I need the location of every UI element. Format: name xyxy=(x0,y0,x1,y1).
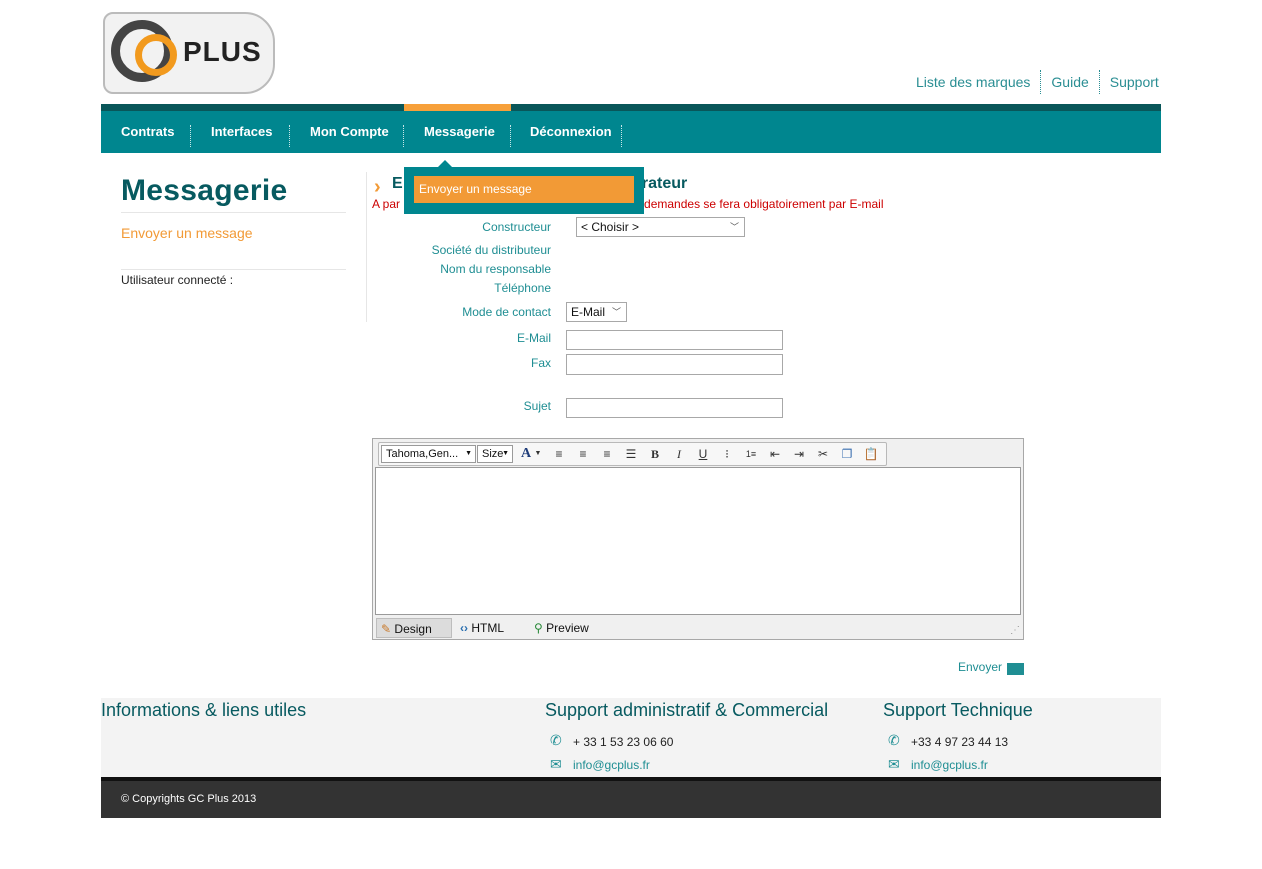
send-button[interactable]: Envoyer xyxy=(958,660,1002,674)
cut-icon[interactable]: ✂ xyxy=(813,445,833,463)
mode-tab-preview[interactable]: ⚲ Preview xyxy=(530,618,610,638)
label-societe: Société du distributeur xyxy=(431,243,551,257)
nav-item-contrats[interactable]: Contrats xyxy=(121,111,174,153)
dropdown-item-envoyer-message[interactable]: Envoyer un message xyxy=(414,176,634,203)
chevron-right-icon: › xyxy=(374,176,381,198)
nav-separator xyxy=(621,125,622,147)
footer-title-support-tech: Support Technique xyxy=(883,700,1033,720)
mode-tab-design-label: Design xyxy=(394,622,432,636)
align-center-icon[interactable]: ≡ xyxy=(573,445,593,463)
copyright-bar: © Copyrights GC Plus 2013 xyxy=(101,777,1161,818)
sidebar-link-envoyer-message[interactable]: Envoyer un message xyxy=(121,225,253,241)
email-icon: ✉ xyxy=(550,756,562,772)
mode-contact-value: E-Mail xyxy=(571,305,606,319)
envelope-icon[interactable] xyxy=(1007,663,1024,675)
link-guide[interactable]: Guide xyxy=(1041,70,1100,94)
dropdown-caret xyxy=(438,160,452,167)
form-title-start: E xyxy=(392,175,403,192)
link-liste-des-marques[interactable]: Liste des marques xyxy=(906,70,1042,94)
logo-c-ring xyxy=(135,34,177,76)
caret-down-icon: ▼ xyxy=(465,450,472,457)
editor-toolbar: Tahoma,Gen... ▼ Size ▼ A ▼ ≡ ≡ ≡ ☰ B I U… xyxy=(378,442,887,466)
label-fax: Fax xyxy=(530,356,551,370)
footer-title-support-admin: Support administratif & Commercial xyxy=(545,700,829,720)
sidebar-divider xyxy=(121,269,346,270)
mode-tab-preview-label: Preview xyxy=(546,621,589,635)
email-input[interactable] xyxy=(566,330,783,350)
label-email: E-Mail xyxy=(516,331,551,345)
form-notice-start: A par xyxy=(372,197,401,211)
font-size-select[interactable]: Size ▼ xyxy=(477,445,513,463)
nav-separator xyxy=(190,125,191,147)
numbered-list-icon[interactable]: 1≡ xyxy=(741,445,761,463)
font-family-value: Tahoma,Gen... xyxy=(386,448,459,460)
form-notice-end: demandes se fera obligatoirement par E-m… xyxy=(644,197,884,211)
mode-tab-html-label: HTML xyxy=(471,621,505,635)
constructeur-select[interactable]: < Choisir > ﹀ xyxy=(576,217,745,237)
resize-handle-icon[interactable]: ⋰ xyxy=(1010,625,1020,636)
nav-separator xyxy=(289,125,290,147)
link-support[interactable]: Support xyxy=(1100,70,1164,94)
font-size-value: Size xyxy=(482,448,504,460)
label-constructeur: Constructeur xyxy=(482,220,551,234)
pencil-icon: ✎ xyxy=(381,622,392,636)
align-left-icon[interactable]: ≡ xyxy=(549,445,569,463)
label-mode-contact: Mode de contact xyxy=(462,305,551,319)
email-icon: ✉ xyxy=(888,756,900,772)
page-title: Messagerie xyxy=(121,174,288,207)
nav-active-indicator xyxy=(404,104,511,111)
outdent-icon[interactable]: ⇤ xyxy=(765,445,785,463)
paste-icon[interactable]: 📋 xyxy=(861,445,881,463)
footer-phone-admin: + 33 1 53 23 06 60 xyxy=(573,735,674,749)
label-telephone: Téléphone xyxy=(494,281,551,295)
align-justify-icon[interactable]: ☰ xyxy=(621,445,641,463)
nav-item-mon-compte[interactable]: Mon Compte xyxy=(310,111,389,153)
editor-content-area[interactable] xyxy=(375,467,1021,615)
align-right-icon[interactable]: ≡ xyxy=(597,445,617,463)
italic-icon[interactable]: I xyxy=(669,445,689,463)
copyright-text: © Copyrights GC Plus 2013 xyxy=(121,793,257,805)
fax-input[interactable] xyxy=(566,354,783,375)
nav-item-interfaces[interactable]: Interfaces xyxy=(211,111,272,153)
sidebar-divider xyxy=(121,212,346,213)
content-divider xyxy=(366,172,367,322)
chevron-down-icon: ﹀ xyxy=(611,307,621,317)
phone-icon: ✆ xyxy=(888,732,900,748)
code-icon: ‹› xyxy=(460,621,468,635)
bold-icon[interactable]: B xyxy=(645,445,665,463)
mode-tab-html[interactable]: ‹› HTML xyxy=(456,618,526,638)
connected-user-label: Utilisateur connecté : xyxy=(121,273,234,287)
main-nav: Contrats Interfaces Mon Compte Messageri… xyxy=(101,104,1161,153)
footer-email-tech[interactable]: info@gcplus.fr xyxy=(911,758,988,772)
nav-item-deconnexion[interactable]: Déconnexion xyxy=(530,111,612,153)
copy-icon[interactable]: ❐ xyxy=(837,445,857,463)
caret-down-icon[interactable]: ▼ xyxy=(533,445,543,463)
zoom-icon: ⚲ xyxy=(534,621,543,635)
footer-title-infos: Informations & liens utiles xyxy=(101,700,307,720)
phone-icon: ✆ xyxy=(550,732,562,748)
mode-tab-design[interactable]: ✎ Design xyxy=(376,618,452,638)
chevron-down-icon: ﹀ xyxy=(729,222,739,232)
indent-icon[interactable]: ⇥ xyxy=(789,445,809,463)
gcplus-logo[interactable]: PLUS xyxy=(103,12,275,94)
sujet-input[interactable] xyxy=(566,398,783,418)
constructeur-select-value: < Choisir > xyxy=(581,220,640,234)
caret-down-icon: ▼ xyxy=(502,450,509,457)
mode-contact-select[interactable]: E-Mail ﹀ xyxy=(566,302,627,322)
underline-icon[interactable]: U xyxy=(693,445,713,463)
footer-email-admin[interactable]: info@gcplus.fr xyxy=(573,758,650,772)
footer-phone-tech: +33 4 97 23 44 13 xyxy=(911,735,1009,749)
logo-plus-text: PLUS xyxy=(183,36,262,67)
label-responsable: Nom du responsable xyxy=(440,262,551,276)
nav-item-messagerie[interactable]: Messagerie xyxy=(424,111,495,153)
rich-text-editor: Tahoma,Gen... ▼ Size ▼ A ▼ ≡ ≡ ≡ ☰ B I U… xyxy=(372,438,1024,640)
nav-separator xyxy=(510,125,511,147)
bullet-list-icon[interactable]: ⁝ xyxy=(717,445,737,463)
messagerie-dropdown: Envoyer un message xyxy=(404,160,644,214)
label-sujet: Sujet xyxy=(523,399,551,413)
font-family-select[interactable]: Tahoma,Gen... ▼ xyxy=(381,445,476,463)
top-links: Liste des marques Guide Support xyxy=(906,70,1164,94)
nav-separator xyxy=(403,125,404,147)
